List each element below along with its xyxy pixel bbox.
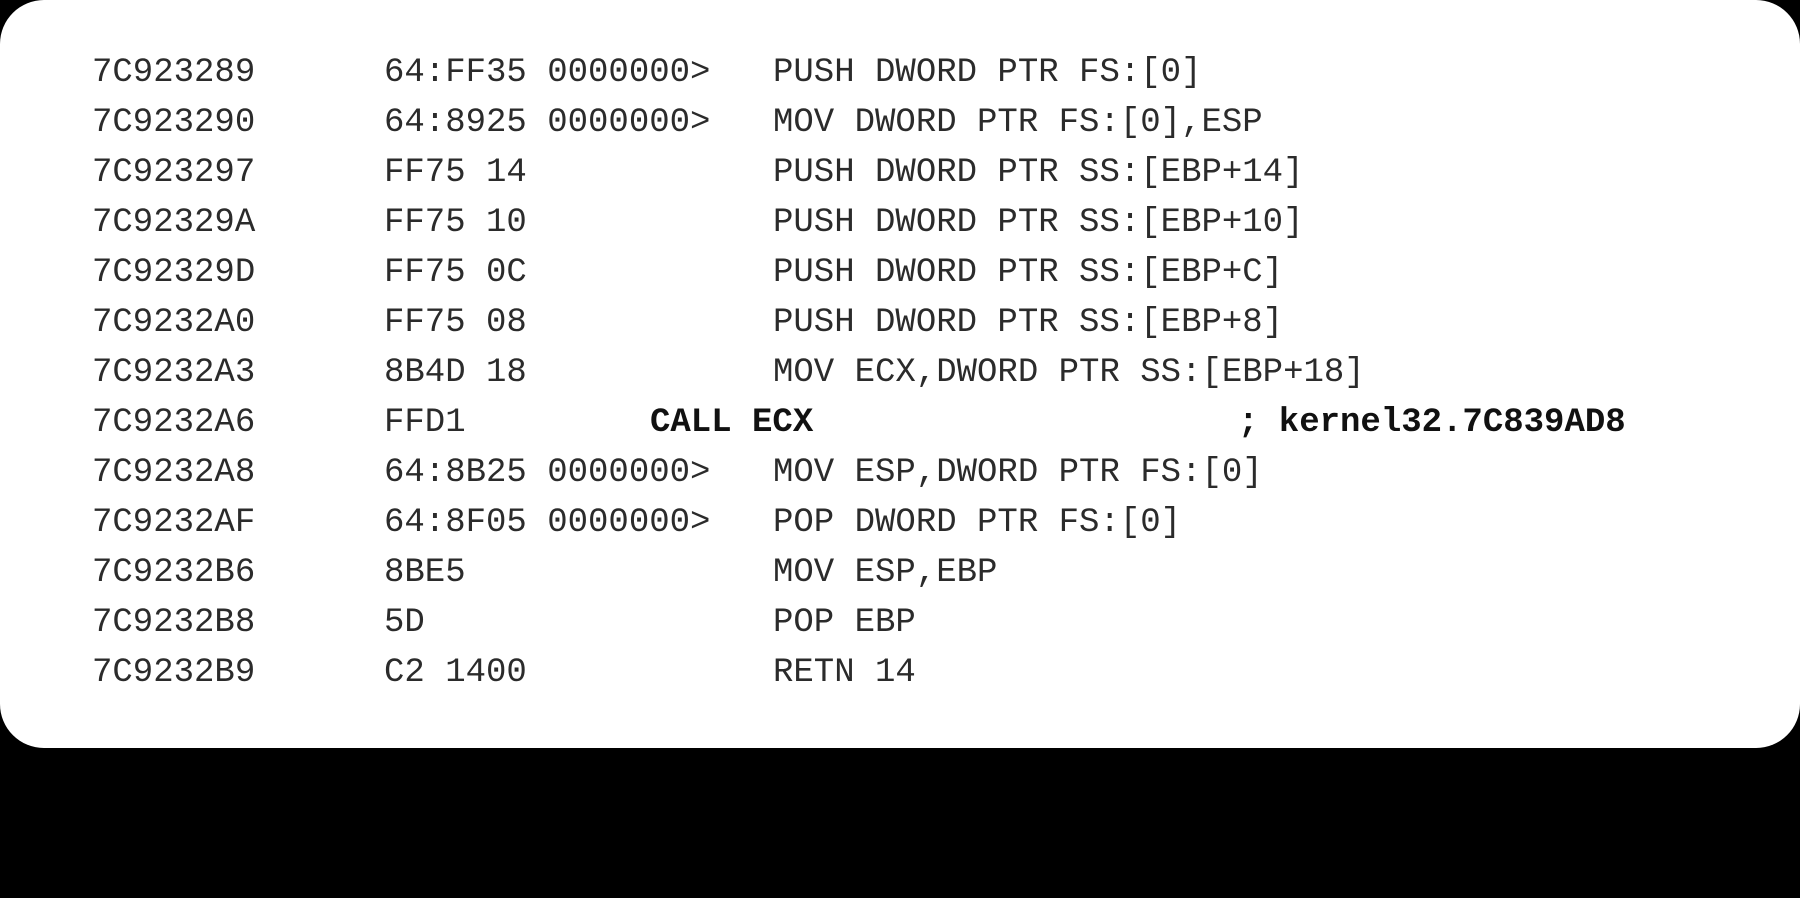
address-cell: 7C9232AF (92, 504, 256, 542)
hex-bytes-cell: C2 1400 (384, 654, 527, 692)
address-cell: 7C923290 (92, 104, 256, 142)
disasm-row[interactable]: 7C923290 64:8925 0000000> MOV DWORD PTR … (0, 98, 1800, 148)
disasm-row[interactable]: 7C923289 64:FF35 0000000> PUSH DWORD PTR… (0, 48, 1800, 98)
disasm-row[interactable]: 7C9232B6 8BE5 MOV ESP,EBP (0, 548, 1800, 598)
instruction-cell: MOV ECX,DWORD PTR SS:[EBP+18] (773, 354, 1365, 392)
disassembly-panel: 7C923289 64:FF35 0000000> PUSH DWORD PTR… (0, 0, 1800, 748)
address-cell: 7C9232A0 (92, 304, 256, 342)
address-cell: 7C9232A6 (92, 404, 256, 442)
address-cell: 7C9232B8 (92, 604, 256, 642)
hex-bytes-cell: FF75 10 (384, 204, 527, 242)
address-cell: 7C92329D (92, 254, 256, 292)
disasm-row-highlighted[interactable]: 7C9232A6 FFD1 CALL ECX ; kernel32.7C839A… (0, 398, 1800, 448)
hex-bytes-cell: FF75 0C (384, 254, 527, 292)
instruction-cell: POP DWORD PTR FS:[0] (773, 504, 1182, 542)
hex-bytes-cell: 64:8F05 0000000> (384, 504, 711, 542)
instruction-cell: POP EBP (773, 604, 916, 642)
hex-bytes-cell: FFD1 (384, 404, 466, 442)
hex-bytes-cell: 64:FF35 0000000> (384, 54, 711, 92)
disasm-row[interactable]: 7C9232A8 64:8B25 0000000> MOV ESP,DWORD … (0, 448, 1800, 498)
instruction-cell: PUSH DWORD PTR SS:[EBP+C] (773, 254, 1284, 292)
hex-bytes-cell: 64:8B25 0000000> (384, 454, 711, 492)
hex-bytes-cell: 8BE5 (384, 554, 466, 592)
address-cell: 7C9232B6 (92, 554, 256, 592)
hex-bytes-cell: FF75 14 (384, 154, 527, 192)
disasm-row[interactable]: 7C92329A FF75 10 PUSH DWORD PTR SS:[EBP+… (0, 198, 1800, 248)
disasm-row[interactable]: 7C923297 FF75 14 PUSH DWORD PTR SS:[EBP+… (0, 148, 1800, 198)
hex-bytes-cell: FF75 08 (384, 304, 527, 342)
address-cell: 7C923297 (92, 154, 256, 192)
disasm-row[interactable]: 7C9232B8 5D POP EBP (0, 598, 1800, 648)
instruction-cell: MOV ESP,DWORD PTR FS:[0] (773, 454, 1263, 492)
disasm-row[interactable]: 7C9232AF 64:8F05 0000000> POP DWORD PTR … (0, 498, 1800, 548)
instruction-cell: PUSH DWORD PTR SS:[EBP+14] (773, 154, 1304, 192)
disasm-row[interactable]: 7C9232A3 8B4D 18 MOV ECX,DWORD PTR SS:[E… (0, 348, 1800, 398)
instruction-cell: PUSH DWORD PTR SS:[EBP+8] (773, 304, 1284, 342)
address-cell: 7C9232A8 (92, 454, 256, 492)
address-cell: 7C9232B9 (92, 654, 256, 692)
hex-bytes-cell: 5D (384, 604, 425, 642)
disassembly-listing: 7C923289 64:FF35 0000000> PUSH DWORD PTR… (0, 0, 1800, 748)
instruction-cell: MOV DWORD PTR FS:[0],ESP (773, 104, 1263, 142)
instruction-cell: CALL ECX (650, 404, 814, 442)
hex-bytes-cell: 64:8925 0000000> (384, 104, 711, 142)
disasm-row[interactable]: 7C92329D FF75 0C PUSH DWORD PTR SS:[EBP+… (0, 248, 1800, 298)
instruction-cell: PUSH DWORD PTR FS:[0] (773, 54, 1202, 92)
address-cell: 7C92329A (92, 204, 256, 242)
instruction-cell: MOV ESP,EBP (773, 554, 998, 592)
instruction-cell: PUSH DWORD PTR SS:[EBP+10] (773, 204, 1304, 242)
hex-bytes-cell: 8B4D 18 (384, 354, 527, 392)
comment-cell: ; kernel32.7C839AD8 (1238, 404, 1626, 442)
disasm-row[interactable]: 7C9232A0 FF75 08 PUSH DWORD PTR SS:[EBP+… (0, 298, 1800, 348)
instruction-cell: RETN 14 (773, 654, 916, 692)
disasm-row[interactable]: 7C9232B9 C2 1400 RETN 14 (0, 648, 1800, 698)
address-cell: 7C923289 (92, 54, 256, 92)
address-cell: 7C9232A3 (92, 354, 256, 392)
